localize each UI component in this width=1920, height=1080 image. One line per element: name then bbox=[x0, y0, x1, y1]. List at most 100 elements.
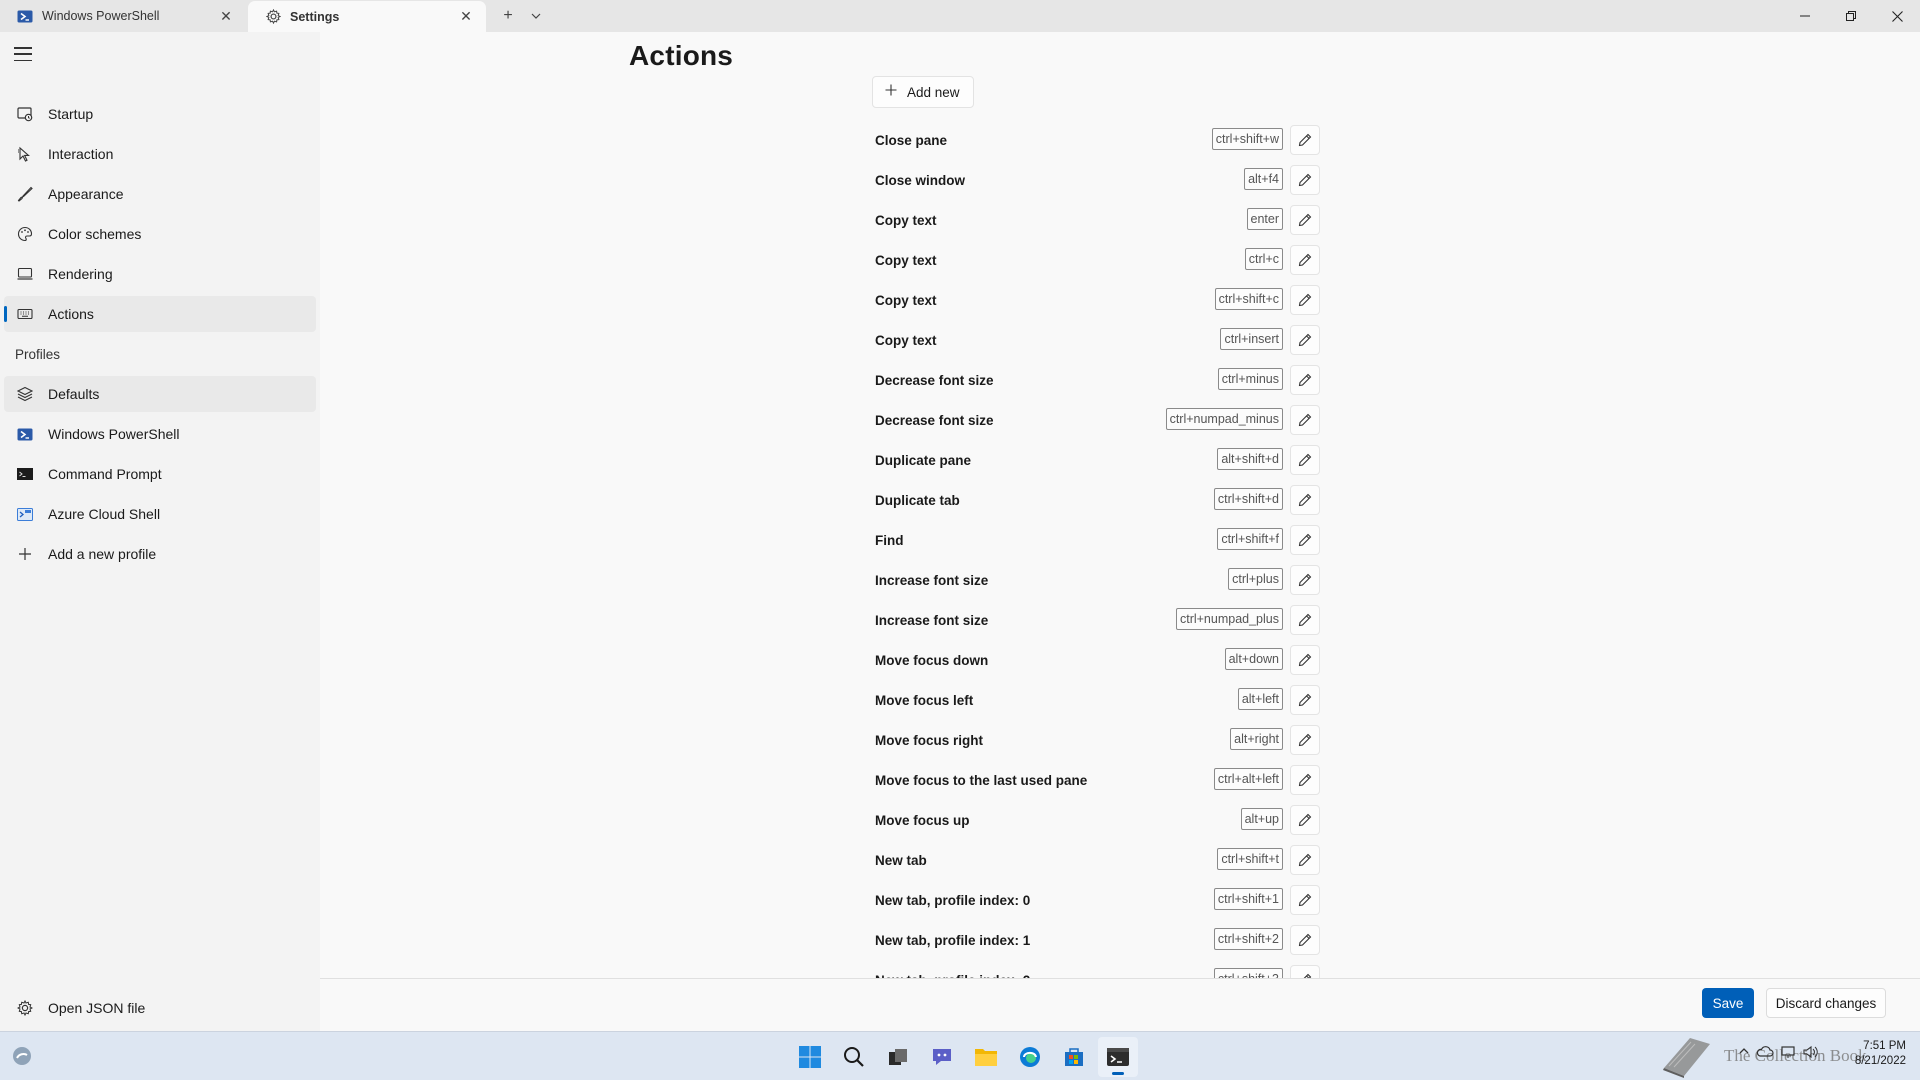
save-button[interactable]: Save bbox=[1702, 988, 1754, 1018]
tab-dropdown-button[interactable] bbox=[522, 2, 550, 30]
keybinding-chip: alt+shift+d bbox=[1217, 448, 1283, 470]
action-row[interactable]: New tab, profile index: 0 ctrl+shift+1 bbox=[875, 880, 1605, 920]
edit-action-button[interactable] bbox=[1290, 605, 1320, 635]
keybinding-chip: ctrl+shift+2 bbox=[1213, 928, 1283, 950]
action-row[interactable]: New tab, profile index: 2ctrl+shift+3 bbox=[875, 960, 1605, 978]
sidebar-item-actions[interactable]: Actions bbox=[4, 296, 316, 332]
close-icon[interactable]: ✕ bbox=[456, 7, 476, 27]
action-row[interactable]: Move focus left alt+left bbox=[875, 680, 1605, 720]
discard-changes-button[interactable]: Discard changes bbox=[1766, 988, 1886, 1018]
page-title: Actions bbox=[629, 40, 734, 71]
edit-action-button[interactable] bbox=[1290, 245, 1320, 275]
edit-action-button[interactable] bbox=[1290, 725, 1320, 755]
sidebar-item-color-schemes[interactable]: Color schemes bbox=[4, 216, 316, 252]
add-new-button[interactable]: Add new bbox=[872, 76, 974, 108]
action-row[interactable]: Copy text ctrl+shift+c bbox=[875, 280, 1605, 320]
file-explorer-icon[interactable] bbox=[966, 1037, 1006, 1077]
action-row[interactable]: Close pane ctrl+shift+w bbox=[875, 120, 1605, 160]
search-icon[interactable] bbox=[834, 1037, 874, 1077]
hamburger-menu-icon[interactable] bbox=[14, 47, 32, 61]
action-row[interactable]: Find ctrl+shift+f bbox=[875, 520, 1605, 560]
chevron-down-icon bbox=[531, 13, 541, 19]
edit-action-button[interactable] bbox=[1290, 765, 1320, 795]
task-view-icon[interactable] bbox=[878, 1037, 918, 1077]
action-row[interactable]: New tab ctrl+shift+t bbox=[875, 840, 1605, 880]
edit-action-button[interactable] bbox=[1290, 805, 1320, 835]
action-row[interactable]: Copy text ctrl+insert bbox=[875, 320, 1605, 360]
action-row[interactable]: Decrease font size ctrl+minus bbox=[875, 360, 1605, 400]
taskbar-clock[interactable]: 7:51 PM 8/21/2022 bbox=[1846, 1039, 1906, 1069]
sidebar-item-startup[interactable]: Startup bbox=[4, 96, 316, 132]
edit-action-button[interactable] bbox=[1290, 165, 1320, 195]
edit-action-button[interactable] bbox=[1290, 405, 1320, 435]
open-json-file-button[interactable]: Open JSON file bbox=[4, 990, 316, 1026]
divider bbox=[320, 978, 1920, 979]
action-name: Find bbox=[875, 532, 904, 548]
action-row[interactable]: Close window alt+f4 bbox=[875, 160, 1605, 200]
action-row[interactable]: Move focus to the last used pane ctrl+alt… bbox=[875, 760, 1605, 800]
edit-action-button[interactable] bbox=[1290, 925, 1320, 955]
edit-action-button[interactable] bbox=[1290, 365, 1320, 395]
edit-action-button[interactable] bbox=[1290, 845, 1320, 875]
sidebar-item-add-new-profile[interactable]: Add a new profile bbox=[4, 536, 316, 572]
windows-start-icon[interactable] bbox=[790, 1037, 830, 1077]
action-row[interactable]: Duplicate tab ctrl+shift+d bbox=[875, 480, 1605, 520]
action-row[interactable]: Copy text ctrl+c bbox=[875, 240, 1605, 280]
minimize-button[interactable] bbox=[1782, 0, 1828, 32]
edit-action-button[interactable] bbox=[1290, 285, 1320, 315]
action-name: Close pane bbox=[875, 132, 948, 148]
close-window-button[interactable] bbox=[1874, 0, 1920, 32]
tab-settings[interactable]: Settings ✕ bbox=[248, 1, 486, 32]
edit-action-button[interactable] bbox=[1290, 205, 1320, 235]
action-row[interactable]: Move focus right alt+right bbox=[875, 720, 1605, 760]
keybinding-chip: ctrl+alt+left bbox=[1213, 768, 1283, 790]
action-row[interactable]: Increase font size ctrl+plus bbox=[875, 560, 1605, 600]
close-icon[interactable]: ✕ bbox=[216, 6, 236, 26]
edit-action-button[interactable] bbox=[1290, 525, 1320, 555]
store-icon[interactable] bbox=[1054, 1037, 1094, 1077]
new-tab-button[interactable]: + bbox=[494, 2, 522, 30]
edit-action-button[interactable] bbox=[1290, 565, 1320, 595]
pencil-icon bbox=[1298, 893, 1312, 907]
sidebar-item-command-prompt[interactable]: Command Prompt bbox=[4, 456, 316, 492]
edit-action-button[interactable] bbox=[1290, 445, 1320, 475]
action-name: Copy text bbox=[875, 292, 937, 308]
sidebar-item-appearance[interactable]: Appearance bbox=[4, 176, 316, 212]
clock-time: 7:51 PM bbox=[1863, 1040, 1906, 1052]
layers-icon bbox=[16, 385, 34, 403]
tab-label: Windows PowerShell bbox=[42, 9, 160, 23]
keybinding-chip: alt+left bbox=[1237, 688, 1283, 710]
keybinding-chip: ctrl+numpad_minus bbox=[1165, 408, 1283, 430]
sidebar-item-interaction[interactable]: Interaction bbox=[4, 136, 316, 172]
sidebar-item-azure-cloud-shell[interactable]: Azure Cloud Shell bbox=[4, 496, 316, 532]
edit-action-button[interactable] bbox=[1290, 325, 1320, 355]
action-row[interactable]: Increase font size ctrl+numpad_plus bbox=[875, 600, 1605, 640]
pencil-icon bbox=[1298, 133, 1312, 147]
action-row[interactable]: Decrease font size ctrl+numpad_minus bbox=[875, 400, 1605, 440]
edit-action-button[interactable] bbox=[1290, 125, 1320, 155]
pencil-icon bbox=[1298, 533, 1312, 547]
edit-action-button[interactable] bbox=[1290, 485, 1320, 515]
action-row[interactable]: Move focus up alt+up bbox=[875, 800, 1605, 840]
tab-windows-powershell[interactable]: Windows PowerShell ✕ bbox=[0, 0, 246, 32]
sidebar-item-rendering[interactable]: Rendering bbox=[4, 256, 316, 292]
action-row[interactable]: New tab, profile index: 1 ctrl+shift+2 bbox=[875, 920, 1605, 960]
action-row[interactable]: Duplicate pane alt+shift+d bbox=[875, 440, 1605, 480]
action-row[interactable]: Move focus down alt+down bbox=[875, 640, 1605, 680]
edit-action-button[interactable] bbox=[1290, 685, 1320, 715]
terminal-icon[interactable] bbox=[1098, 1036, 1138, 1077]
pencil-icon bbox=[1298, 413, 1312, 427]
network-icon bbox=[1781, 1046, 1795, 1058]
action-row[interactable]: Copy text enter bbox=[875, 200, 1605, 240]
sidebar-item-windows-powershell[interactable]: Windows PowerShell bbox=[4, 416, 316, 452]
sidebar-item-label: Defaults bbox=[48, 386, 100, 402]
edge-icon[interactable] bbox=[1010, 1037, 1050, 1077]
action-name: New tab, profile index: 1 bbox=[875, 932, 1031, 948]
edit-action-button[interactable] bbox=[1290, 965, 1320, 978]
edit-action-button[interactable] bbox=[1290, 645, 1320, 675]
restore-button[interactable] bbox=[1828, 0, 1874, 32]
sidebar-item-defaults[interactable]: Defaults bbox=[4, 376, 316, 412]
teams-chat-icon[interactable] bbox=[922, 1037, 962, 1077]
widgets-icon[interactable] bbox=[10, 1044, 34, 1068]
edit-action-button[interactable] bbox=[1290, 885, 1320, 915]
